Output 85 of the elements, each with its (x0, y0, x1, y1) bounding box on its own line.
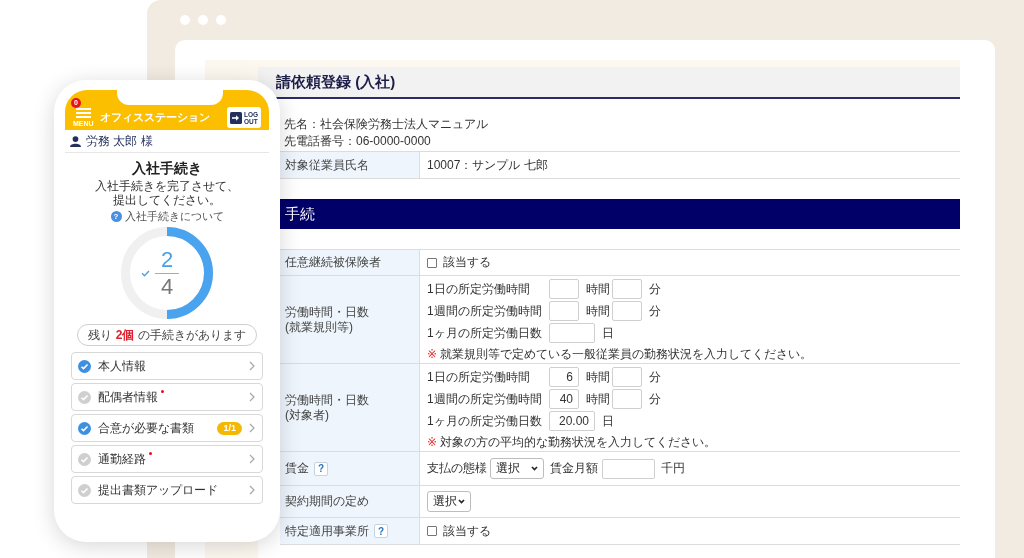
unit-label: 分 (649, 302, 661, 320)
field-sublabel: (対象者) (285, 407, 329, 423)
checkbox[interactable] (427, 526, 437, 536)
field-label: 特定適用事業所 (285, 523, 369, 539)
field-label: 労働時間・日数 (285, 392, 369, 408)
chevron-down-icon (458, 499, 465, 504)
field-label: 賃金 (285, 461, 309, 476)
exit-icon (229, 111, 242, 124)
unit-label: 時間 (586, 390, 610, 408)
screen-subtitle: 入社手続きを完了させて、提出してください。 (94, 179, 240, 207)
field-label: 1日の所定労働時間 (427, 280, 531, 298)
window-dot-icon (216, 15, 226, 25)
step-item[interactable]: 提出書類アップロード (71, 476, 263, 504)
checkbox-label: 該当する (443, 522, 491, 540)
total-count: 4 (160, 274, 174, 299)
field-label: 労働時間・日数 (285, 304, 369, 320)
window-dot-icon (198, 15, 208, 25)
input-field[interactable] (602, 458, 655, 479)
input-field[interactable] (612, 367, 642, 387)
input-field[interactable] (549, 301, 579, 321)
info-line: 先電話番号：06-0000-0000 (284, 133, 431, 150)
chevron-right-icon (249, 392, 255, 402)
count-badge: 1/1 (217, 421, 242, 435)
help-link[interactable]: ? 入社手続きについて (110, 210, 224, 223)
field-label: 1週間の所定労働時間 (427, 390, 543, 408)
input-field[interactable] (612, 279, 642, 299)
dropdown[interactable]: 選択 (427, 491, 471, 512)
check-icon (141, 270, 150, 277)
field-label: 支払の態様 (427, 460, 487, 477)
user-name: 労務 太郎 様 (86, 134, 153, 148)
field-label: 賃金月額 (550, 460, 598, 477)
chevron-right-icon (249, 423, 255, 433)
step-item[interactable]: 配偶者情報 (71, 383, 263, 411)
field-label: 1ヶ月の所定労働日数 (427, 412, 543, 430)
screen-title: 入社手続き (132, 159, 202, 177)
note-mark: ※ (427, 346, 438, 361)
info-line: 先名：社会保険労務士法人マニュアル (284, 116, 488, 133)
note-mark: ※ (427, 434, 438, 449)
field-label: 対象従業員氏名 (285, 157, 369, 173)
chevron-down-icon (531, 466, 538, 471)
note-text: 対象の方の平均的な勤務状況を入力してください。 (440, 434, 717, 449)
step-item[interactable]: 通勤経路 (71, 445, 263, 473)
window-dot-icon (180, 15, 190, 25)
unit-label: 千円 (661, 460, 685, 477)
unit-label: 日 (602, 412, 614, 430)
chevron-right-icon (249, 454, 255, 464)
unit-label: 時間 (586, 302, 610, 320)
input-field[interactable] (549, 323, 595, 343)
field-label: 契約期間の定め (285, 494, 369, 509)
field-label: 1ヶ月の所定労働日数 (427, 324, 543, 342)
field-label: 1週間の所定労働時間 (427, 302, 543, 320)
input-field[interactable] (612, 389, 642, 409)
input-field[interactable]: 6 (549, 367, 579, 387)
field-label: 任意継続被保険者 (285, 255, 381, 270)
checkbox-label: 該当する (443, 254, 491, 271)
dropdown[interactable]: 選択 (490, 458, 544, 479)
help-button[interactable]: ? (374, 524, 388, 538)
unit-label: 時間 (586, 368, 610, 386)
unit-label: 分 (649, 280, 661, 298)
app-title: オフィスステーション (99, 110, 210, 125)
note-text: 就業規則等で定めている一般従業員の勤務状況を入力してください。 (440, 346, 813, 361)
step-item[interactable]: 合意が必要な書類 1/1 (71, 414, 263, 442)
input-field[interactable]: 40 (549, 389, 579, 409)
input-field[interactable]: 20.00 (549, 411, 595, 431)
unit-label: 分 (649, 390, 661, 408)
help-button[interactable]: ? (314, 461, 328, 476)
chevron-right-icon (249, 485, 255, 495)
field-sublabel: (就業規則等) (285, 319, 353, 335)
input-field[interactable] (549, 279, 579, 299)
page-title: 請依頼登録 (入社) (276, 73, 396, 91)
chevron-right-icon (249, 361, 255, 371)
person-icon (70, 135, 81, 147)
unit-label: 時間 (586, 280, 610, 298)
checkbox[interactable] (427, 257, 437, 268)
unit-label: 分 (649, 368, 661, 386)
help-icon: ? (110, 211, 122, 222)
section-title: 手続 (285, 204, 315, 224)
unit-label: 日 (602, 324, 614, 342)
input-field[interactable] (612, 301, 642, 321)
field-value: 10007：サンプル 七郎 (427, 156, 548, 174)
field-label: 1日の所定労働時間 (427, 368, 531, 386)
remaining-steps-notice: 残り 2個 の手続きがあります (77, 324, 257, 346)
hamburger-icon (75, 108, 91, 118)
step-item[interactable]: 本人情報 (71, 352, 263, 380)
completed-count: 2 (160, 247, 174, 272)
